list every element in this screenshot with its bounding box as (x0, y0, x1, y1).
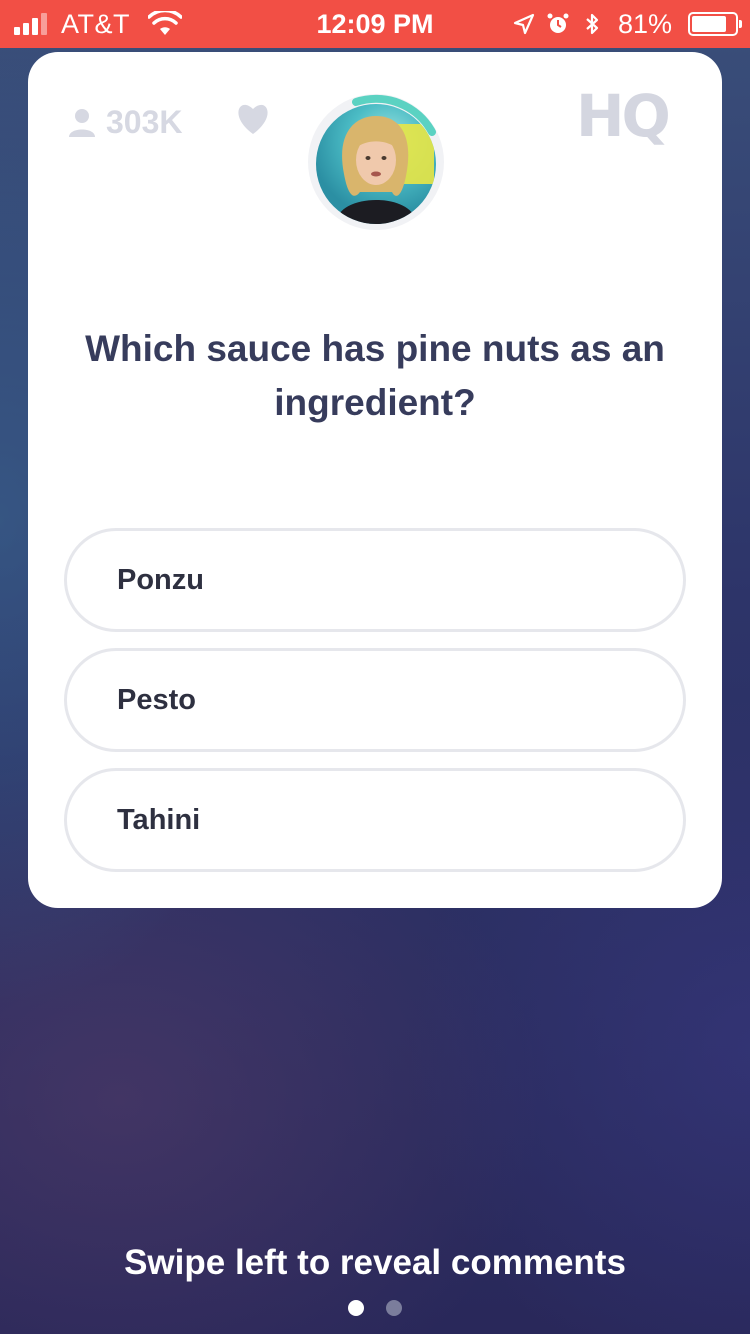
question-text: Which sauce has pine nuts as an ingredie… (85, 328, 665, 423)
page-dot[interactable] (386, 1300, 402, 1316)
status-bar: AT&T 12:09 PM 81% (0, 0, 750, 48)
viewer-count-label: 303K (106, 104, 183, 140)
bluetooth-icon (586, 13, 599, 35)
viewer-count: 303K (68, 104, 183, 141)
swipe-hint: Swipe left to reveal comments (124, 1243, 626, 1282)
page-indicator[interactable] (0, 1300, 750, 1316)
battery-percent: 81% (617, 8, 672, 39)
page-dot-active[interactable] (348, 1300, 364, 1316)
signal-icon (14, 13, 47, 35)
answer-option-ponzu[interactable]: Ponzu (64, 528, 686, 632)
answer-label: Tahini (117, 803, 201, 836)
answer-label: Pesto (117, 683, 196, 716)
host-photo-icon (336, 116, 434, 224)
wifi-icon (148, 11, 182, 35)
host-avatar (316, 104, 436, 224)
answer-option-pesto[interactable]: Pesto (64, 648, 686, 752)
heart-icon[interactable] (234, 100, 272, 136)
question-card: 303K HQ Which sauce has pine nuts as an … (28, 52, 722, 908)
carrier-label: AT&T (61, 8, 130, 39)
person-icon (69, 108, 95, 137)
hq-logo: HQ (576, 84, 672, 148)
battery-level (692, 16, 727, 32)
answer-option-tahini[interactable]: Tahini (64, 768, 686, 872)
alarm-icon (547, 13, 569, 33)
battery-icon (688, 12, 742, 36)
location-arrow-icon (513, 13, 535, 35)
answer-label: Ponzu (117, 563, 204, 596)
svg-text:HQ: HQ (576, 84, 669, 148)
status-bar-left: AT&T (14, 0, 182, 48)
status-bar-right: 81% (512, 0, 742, 48)
